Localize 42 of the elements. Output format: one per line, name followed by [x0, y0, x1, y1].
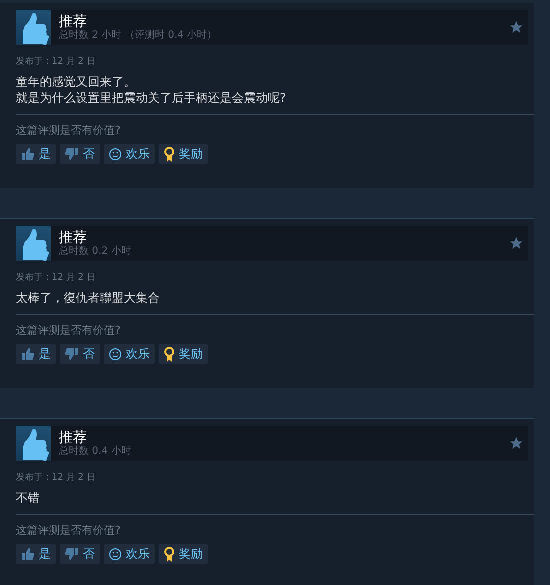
award-icon	[164, 546, 175, 562]
posted-date: 发布于：12 月 2 日	[16, 272, 97, 284]
award-button[interactable]: 奖励	[159, 544, 208, 564]
no-button[interactable]: 否	[60, 144, 100, 164]
thumbs-up-icon	[21, 547, 35, 561]
posted-date: 发布于：12 月 2 日	[16, 56, 97, 68]
star-icon[interactable]	[509, 20, 524, 35]
helpful-prompt: 这篇评测是否有价值?	[16, 323, 122, 338]
star-icon[interactable]	[509, 436, 524, 451]
thumbs-up-icon	[21, 347, 35, 361]
review-verdict: 推荐	[59, 230, 88, 246]
award-icon	[164, 346, 175, 362]
review-text: 童年的感觉又回来了。 就是为什么设置里把震动关了后手柄还是会震动呢?	[16, 74, 288, 106]
yes-button[interactable]: 是	[16, 544, 56, 564]
no-button[interactable]: 否	[60, 344, 100, 364]
playtime-text: 总时数 0.2 小时	[59, 246, 132, 258]
playtime-text: 总时数 0.4 小时	[59, 446, 132, 458]
funny-button[interactable]: 欢乐	[104, 344, 155, 364]
no-button[interactable]: 否	[60, 544, 100, 564]
star-icon[interactable]	[509, 236, 524, 251]
thumbs-down-icon	[65, 147, 79, 161]
review-verdict: 推荐	[59, 430, 88, 446]
helpful-prompt: 这篇评测是否有价值?	[16, 123, 122, 138]
funny-button[interactable]: 欢乐	[104, 144, 155, 164]
review-text: 太棒了，復仇者聯盟大集合	[16, 290, 161, 306]
thumbs-up-icon	[21, 147, 35, 161]
award-button[interactable]: 奖励	[159, 344, 208, 364]
thumbs-down-icon	[65, 547, 79, 561]
yes-button[interactable]: 是	[16, 144, 56, 164]
review-verdict: 推荐	[59, 14, 88, 30]
smiley-icon	[109, 348, 122, 360]
funny-button[interactable]: 欢乐	[104, 544, 155, 564]
review-text: 不错	[16, 490, 41, 506]
award-button[interactable]: 奖励	[159, 144, 208, 164]
helpful-prompt: 这篇评测是否有价值?	[16, 523, 122, 538]
posted-date: 发布于：12 月 2 日	[16, 472, 97, 484]
playtime-text: 总时数 2 小时 （评测时 0.4 小时）	[59, 30, 218, 42]
award-icon	[164, 146, 175, 162]
thumbs-down-icon	[65, 347, 79, 361]
smiley-icon	[109, 548, 122, 560]
smiley-icon	[109, 148, 122, 160]
yes-button[interactable]: 是	[16, 344, 56, 364]
